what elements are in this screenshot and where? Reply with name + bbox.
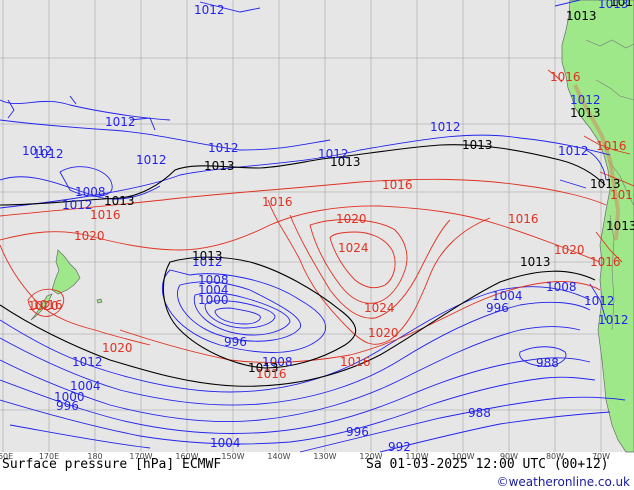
isobar-label: 1013: [330, 155, 361, 169]
isobar-label: 1012: [22, 144, 53, 158]
isobar-label: 1012: [208, 141, 239, 155]
isobar-label: 1012: [570, 93, 601, 107]
isobar-label: 1016: [596, 139, 627, 153]
isobar-label: 1004: [210, 436, 241, 450]
isobar-label: 1016: [550, 70, 581, 84]
isobar-label: 1013: [606, 219, 634, 233]
isobar-label: 1024: [364, 301, 395, 315]
isobar-label: 1013: [610, 0, 634, 9]
isobar-label: 1012: [584, 294, 615, 308]
pressure-map: 1012 1012 1012 1012 1012 1012 1012 1012 …: [0, 0, 634, 490]
isobar-label: 1016: [262, 195, 293, 209]
isobar-label: 1013: [204, 159, 235, 173]
isobar-label: 1012: [62, 198, 93, 212]
isobar-label: 1020: [336, 212, 367, 226]
isobar-label: 1016: [256, 367, 287, 381]
lon-tick: 140W: [267, 452, 290, 461]
isobar-label: 1020: [28, 299, 59, 313]
isobar-label: 1012: [430, 120, 461, 134]
isobar-label: 1012: [136, 153, 167, 167]
isobar-label: 996: [486, 301, 509, 315]
map-title: Surface pressure [hPa] ECMWF: [2, 457, 221, 472]
lon-tick: 150W: [221, 452, 244, 461]
isobar-label: 1016: [382, 178, 413, 192]
isobar-label: 996: [56, 399, 79, 413]
isobar-label: 1020: [74, 229, 105, 243]
chatham-island: [96, 298, 103, 304]
isobar-label: 1020: [554, 243, 585, 257]
isobar-label: 988: [468, 406, 491, 420]
isobar-label: 1016: [90, 208, 121, 222]
isobar-label: 1013: [520, 255, 551, 269]
lon-tick: 130W: [313, 452, 336, 461]
isobar-label: 1012: [558, 144, 589, 158]
isobar-label: 1016: [340, 355, 371, 369]
isobar-label: 1012: [194, 3, 225, 17]
isobar-label: 1016: [610, 188, 634, 202]
valid-time: Sa 01-03-2025 12:00 UTC (00+12): [366, 457, 609, 472]
isobar-label: 1020: [102, 341, 133, 355]
isobar-label: 1020: [368, 326, 399, 340]
isobar-label: 1008: [75, 185, 106, 199]
isobar-label: 1000: [198, 293, 229, 307]
isobar-label: 1013: [192, 249, 223, 263]
isobar-label: 1013: [570, 106, 601, 120]
isobar-label: 1013: [104, 194, 135, 208]
isobar-label: 1013: [566, 9, 597, 23]
isobar-label: 1024: [338, 241, 369, 255]
isobar-label: 1012: [105, 115, 136, 129]
isobar-label: 1008: [546, 280, 577, 294]
isobar-label: 996: [224, 335, 247, 349]
isobar-label: 1016: [508, 212, 539, 226]
isobar-label: 1012: [598, 313, 629, 327]
site-credit: ©weatheronline.co.uk: [497, 475, 630, 489]
isobar-label: 1013: [462, 138, 493, 152]
isobar-label: 996: [346, 425, 369, 439]
isobar-label: 1012: [72, 355, 103, 369]
isobar-label: 1016: [590, 255, 621, 269]
isobar-label: 988: [536, 356, 559, 370]
